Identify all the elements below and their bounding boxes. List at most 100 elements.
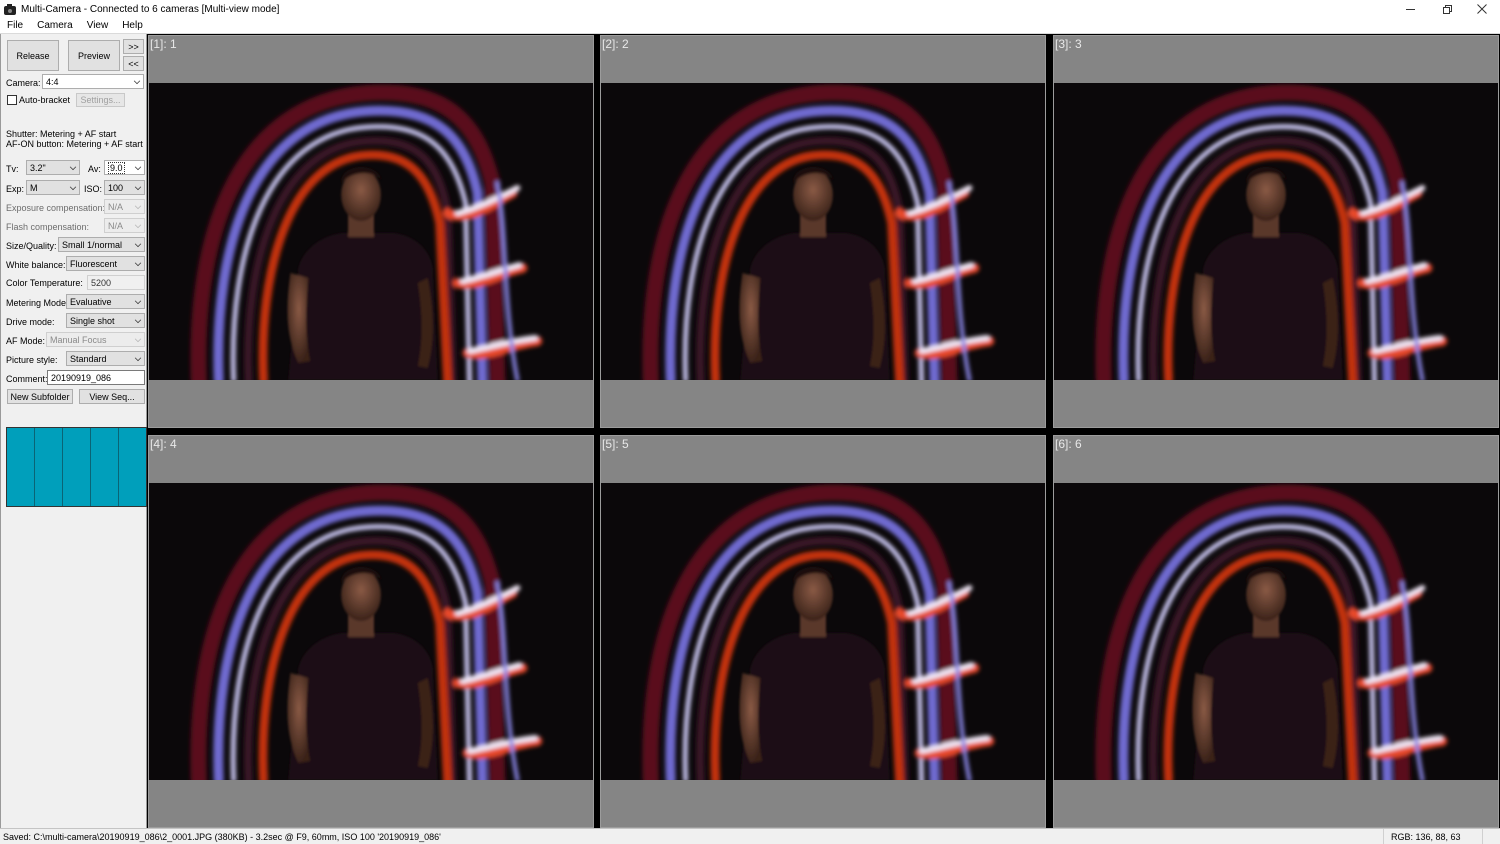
comment-label: Comment: <box>6 374 48 384</box>
camera-panel-3[interactable]: [3]: 3 <box>1053 35 1499 428</box>
release-button[interactable]: Release <box>7 40 59 71</box>
camera-photo[interactable] <box>149 83 593 380</box>
picture-style-label: Picture style: <box>6 355 58 365</box>
progress-segment <box>119 428 146 506</box>
exp-select[interactable]: M <box>26 180 80 195</box>
new-subfolder-button[interactable]: New Subfolder <box>7 389 73 404</box>
camera-panel-6[interactable]: [6]: 6 <box>1053 435 1499 828</box>
camera-label: [2]: 2 <box>602 37 629 51</box>
minimize-button[interactable] <box>1392 0 1428 18</box>
camera-label: [1]: 1 <box>150 37 177 51</box>
flash-comp-label: Flash compensation: <box>6 222 90 232</box>
restore-button[interactable] <box>1428 0 1464 18</box>
chevron-down-icon <box>133 77 141 85</box>
metering-label: Metering Mode: <box>6 298 69 308</box>
exposure-comp-select[interactable]: N/A <box>104 199 145 214</box>
settings-button[interactable]: Settings... <box>76 93 125 107</box>
af-mode-label: AF Mode: <box>6 336 46 346</box>
exp-label: Exp: <box>6 184 25 194</box>
chevron-down-icon <box>134 202 142 210</box>
exposure-comp-value: N/A <box>108 201 124 212</box>
chevron-down-icon <box>134 316 142 324</box>
camera-panel-2[interactable]: [2]: 2 <box>600 35 1046 428</box>
next-camera-button[interactable]: >> <box>123 39 144 54</box>
chevron-down-icon <box>134 183 142 191</box>
av-select[interactable]: 9.0 <box>104 160 145 175</box>
chevron-down-icon <box>134 163 142 171</box>
camera-select[interactable]: 4:4 <box>42 74 144 89</box>
color-temp-label: Color Temperature: <box>6 278 83 288</box>
menu-file[interactable]: File <box>3 20 27 31</box>
size-quality-label: Size/Quality: <box>6 241 57 251</box>
chevron-down-icon <box>134 240 142 248</box>
view-sequence-button[interactable]: View Seq... <box>79 389 145 404</box>
saved-status: Saved: C:\multi-camera\20190919_086\2_00… <box>3 831 441 842</box>
metering-select[interactable]: Evaluative <box>66 294 145 309</box>
menu-view[interactable]: View <box>83 20 113 31</box>
status-bar: Saved: C:\multi-camera\20190919_086\2_00… <box>0 828 1500 844</box>
camera-photo[interactable] <box>601 83 1045 380</box>
camera-label: [5]: 5 <box>602 437 629 451</box>
menu-help[interactable]: Help <box>118 20 147 31</box>
preview-button[interactable]: Preview <box>68 40 120 71</box>
iso-value: 100 <box>108 182 124 193</box>
auto-bracket-label: Auto-bracket <box>19 95 71 105</box>
camera-icon <box>4 3 16 15</box>
color-temp-value: 5200 <box>91 277 112 288</box>
camera-photo[interactable] <box>601 483 1045 780</box>
camera-grid: [1]: 1 [2]: 2 [3]: 3 [4]: 4 [5]: 5 [6]: … <box>147 34 1500 828</box>
progress-segment <box>7 428 35 506</box>
chevron-down-icon <box>134 259 142 267</box>
chevron-down-icon <box>134 335 142 343</box>
drive-mode-select[interactable]: Single shot <box>66 313 145 328</box>
camera-photo[interactable] <box>1054 83 1498 380</box>
drive-mode-label: Drive mode: <box>6 317 55 327</box>
chevron-down-icon <box>134 297 142 305</box>
av-label: Av: <box>88 164 101 174</box>
white-balance-value: Fluorescent <box>70 258 118 269</box>
camera-panel-5[interactable]: [5]: 5 <box>600 435 1046 828</box>
shutter-info: Shutter: Metering + AF start <box>6 129 117 139</box>
iso-label: ISO: <box>84 184 103 194</box>
control-sidebar: Release Preview >> << Camera: 4:4 Auto-b… <box>0 34 147 828</box>
picture-style-value: Standard <box>70 353 107 364</box>
af-mode-value: Manual Focus <box>50 334 107 345</box>
camera-panel-4[interactable]: [4]: 4 <box>148 435 594 828</box>
camera-label: [3]: 3 <box>1055 37 1082 51</box>
white-balance-select[interactable]: Fluorescent <box>66 256 145 271</box>
exp-value: M <box>30 182 38 193</box>
color-temp-field[interactable]: 5200 <box>87 275 145 290</box>
prev-camera-button[interactable]: << <box>123 56 144 71</box>
size-quality-value: Small 1/normal <box>62 239 123 250</box>
title-bar: Multi-Camera - Connected to 6 cameras [M… <box>0 0 1500 18</box>
exposure-comp-label: Exposure compensation: <box>6 203 106 213</box>
camera-label: [4]: 4 <box>150 437 177 451</box>
chevron-down-icon <box>69 183 77 191</box>
close-icon <box>1477 4 1487 14</box>
camera-photo[interactable] <box>1054 483 1498 780</box>
progress-segment <box>91 428 119 506</box>
chevron-down-icon <box>134 354 142 362</box>
menu-camera[interactable]: Camera <box>33 20 77 31</box>
close-button[interactable] <box>1464 0 1500 18</box>
camera-photo[interactable] <box>149 483 593 780</box>
flash-comp-select[interactable]: N/A <box>104 218 145 233</box>
tv-value: 3.2" <box>30 162 46 173</box>
iso-select[interactable]: 100 <box>104 180 145 195</box>
rgb-readout: RGB: 136, 88, 63 <box>1383 829 1483 844</box>
picture-style-select[interactable]: Standard <box>66 351 145 366</box>
tv-select[interactable]: 3.2" <box>26 160 80 175</box>
comment-input[interactable]: 20190919_086 <box>47 370 145 385</box>
camera-panel-1[interactable]: [1]: 1 <box>148 35 594 428</box>
size-quality-select[interactable]: Small 1/normal <box>58 237 145 252</box>
white-balance-label: White balance: <box>6 260 66 270</box>
auto-bracket-checkbox[interactable] <box>7 95 17 105</box>
window-title: Multi-Camera - Connected to 6 cameras [M… <box>21 3 280 15</box>
metering-value: Evaluative <box>70 296 112 307</box>
chevron-down-icon <box>69 163 77 171</box>
af-mode-select[interactable]: Manual Focus <box>46 332 145 347</box>
drive-mode-value: Single shot <box>70 315 115 326</box>
camera-label: [6]: 6 <box>1055 437 1082 451</box>
camera-select-value: 4:4 <box>46 76 59 87</box>
progress-segment <box>63 428 91 506</box>
